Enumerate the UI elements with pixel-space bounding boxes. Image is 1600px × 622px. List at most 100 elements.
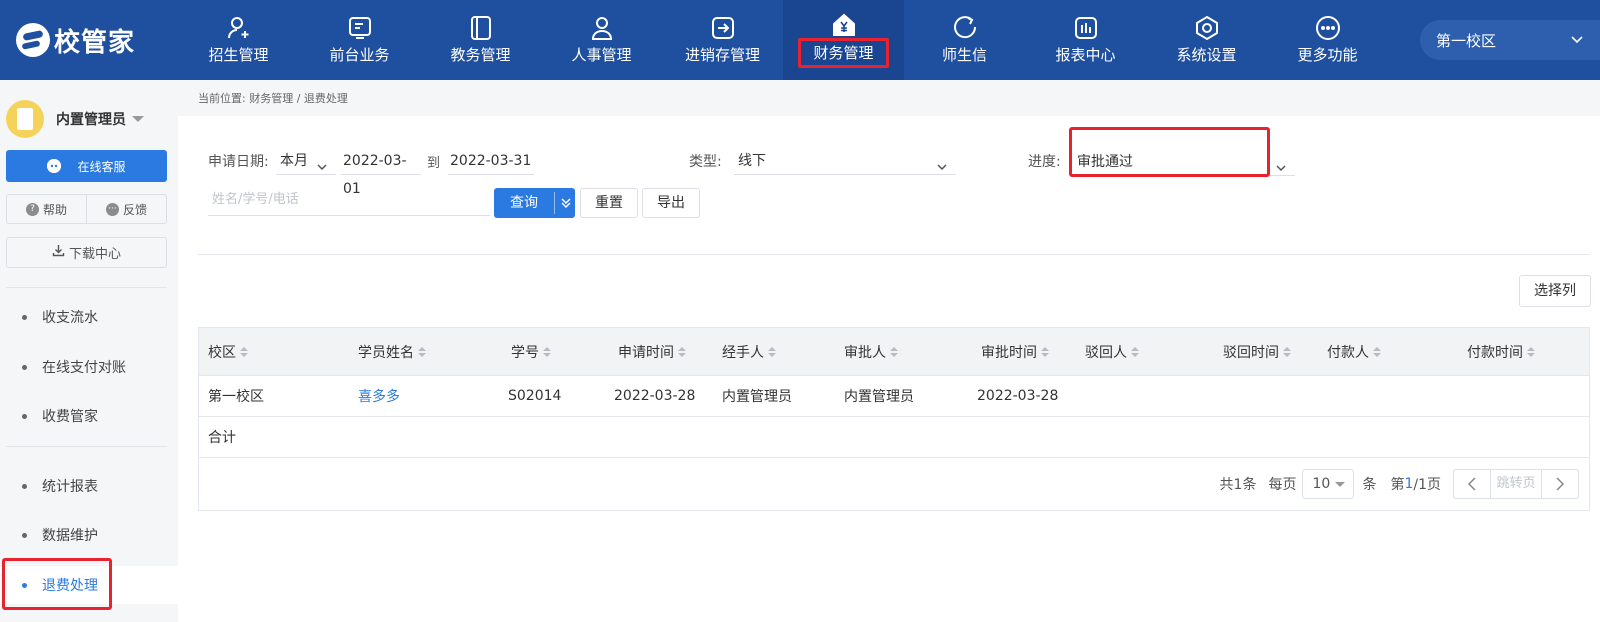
sidebar-item-data-maintenance[interactable]: 数据维护	[0, 516, 178, 554]
chat-icon	[952, 15, 978, 41]
prev-page-button[interactable]	[1454, 470, 1490, 498]
chevron-left-icon	[1467, 477, 1476, 491]
pagination-row: 共1条 每页 10 条 第 1 /1页 跳转页	[199, 458, 1589, 510]
column-header-approver[interactable]: 审批人	[844, 328, 898, 375]
date-from-input[interactable]: 2022-03-01	[341, 147, 421, 197]
select-columns-button[interactable]: 选择列	[1519, 275, 1591, 307]
current-page: 1	[1404, 476, 1414, 492]
sort-icon[interactable]	[1527, 346, 1535, 357]
sidebar: 内置管理员 在线客服 ? 帮助 ··· 反馈 下载中心 收支流水 在线支付对账	[0, 80, 178, 622]
sort-icon[interactable]	[890, 346, 898, 357]
column-header-handler[interactable]: 经手人	[722, 328, 776, 375]
user-name: 内置管理员	[56, 112, 126, 128]
type-label: 类型:	[689, 154, 722, 170]
sort-icon[interactable]	[1373, 346, 1381, 357]
nav-item-academic[interactable]: 教务管理	[420, 0, 541, 80]
jump-page-input[interactable]: 跳转页	[1490, 470, 1542, 498]
query-button[interactable]: 查询	[494, 188, 575, 218]
cell-student-name-link[interactable]: 喜多多	[358, 376, 400, 416]
export-button[interactable]: 导出	[642, 188, 700, 218]
nav-item-messages[interactable]: 师生信	[904, 0, 1025, 80]
screen-icon	[347, 15, 373, 41]
column-header-campus[interactable]: 校区	[208, 328, 248, 375]
sort-icon[interactable]	[240, 346, 248, 357]
app-logo[interactable]: 校管家	[16, 22, 135, 58]
nav-item-hr[interactable]: 人事管理	[541, 0, 662, 80]
table-row[interactable]: 第一校区 喜多多 S02014 2022-03-28 内置管理员 内置管理员 2…	[199, 376, 1589, 417]
date-to-input[interactable]: 2022-03-31	[448, 147, 534, 175]
sidebar-item-statistics[interactable]: 统计报表	[0, 467, 178, 505]
nav-item-more[interactable]: 更多功能	[1267, 0, 1388, 80]
type-select-value: 线下	[738, 153, 766, 169]
yen-house-icon	[831, 12, 857, 38]
download-center-button[interactable]: 下载中心	[6, 237, 167, 268]
nav-item-reports[interactable]: 报表中心	[1025, 0, 1146, 80]
nav-item-finance[interactable]: 财务管理	[783, 0, 904, 80]
nav-label: 进销存管理	[684, 46, 760, 64]
double-chevron-down-icon[interactable]	[556, 188, 575, 218]
column-header-payer[interactable]: 付款人	[1327, 328, 1381, 375]
search-input[interactable]: 姓名/学号/电话	[208, 186, 490, 216]
headset-icon	[47, 159, 62, 173]
user-menu[interactable]: 内置管理员	[6, 100, 144, 138]
feedback-button[interactable]: ··· 反馈	[86, 195, 166, 223]
sort-icon[interactable]	[543, 346, 551, 357]
chevron-down-icon	[316, 155, 328, 183]
nav-label: 招生管理	[208, 46, 269, 64]
nav-label: 更多功能	[1297, 46, 1358, 64]
campus-selector-value: 第一校区	[1436, 31, 1497, 50]
sidebar-item-cash-flow[interactable]: 收支流水	[0, 298, 178, 336]
column-header-student-id[interactable]: 学号	[511, 328, 551, 375]
logo-mark-icon	[16, 23, 50, 57]
column-header-approve-time[interactable]: 审批时间	[981, 328, 1049, 375]
nav-item-inventory[interactable]: 进销存管理	[662, 0, 783, 80]
table-header: 校区 学员姓名 学号 申请时间 经手人 审批人 审批时间 驳回人 驳回时间 付款…	[199, 328, 1589, 376]
sidebar-item-online-reconcile[interactable]: 在线支付对账	[0, 348, 178, 386]
column-header-rejector[interactable]: 驳回人	[1085, 328, 1139, 375]
sidebar-item-fee-manager[interactable]: 收费管家	[0, 397, 178, 435]
type-select[interactable]: 线下	[734, 147, 956, 175]
nav-item-front-desk[interactable]: 前台业务	[299, 0, 420, 80]
cell-campus: 第一校区	[208, 389, 264, 405]
column-header-reject-time[interactable]: 驳回时间	[1223, 328, 1291, 375]
nav-item-settings[interactable]: 系统设置	[1146, 0, 1267, 80]
column-header-apply-time[interactable]: 申请时间	[618, 328, 686, 375]
bullet-icon	[22, 413, 27, 419]
nav-item-enrollment[interactable]: 招生管理	[178, 0, 299, 80]
more-icon	[1315, 15, 1341, 41]
column-header-pay-time[interactable]: 付款时间	[1467, 328, 1535, 375]
breadcrumb: 当前位置: 财务管理 / 退费处理	[178, 80, 1600, 116]
page-size-select[interactable]: 10	[1302, 469, 1355, 499]
sort-icon[interactable]	[678, 346, 686, 357]
sidebar-item-label: 数据维护	[42, 528, 98, 544]
sidebar-item-label: 收支流水	[42, 310, 98, 326]
person-add-icon	[226, 15, 252, 41]
query-button-label: 查询	[510, 195, 538, 211]
chevron-right-icon	[1556, 477, 1565, 491]
apply-date-label: 申请日期:	[208, 154, 269, 170]
period-select-value: 本月	[280, 153, 308, 169]
question-icon: ?	[25, 202, 39, 216]
sort-icon[interactable]	[768, 346, 776, 357]
sort-icon[interactable]	[1283, 346, 1291, 357]
sort-icon[interactable]	[1041, 346, 1049, 357]
progress-select-value: 审批通过	[1077, 154, 1133, 170]
bullet-icon	[22, 582, 27, 588]
campus-selector[interactable]: 第一校区	[1420, 20, 1600, 60]
nav-active-highlight: 财务管理	[798, 38, 889, 68]
sort-icon[interactable]	[1131, 346, 1139, 357]
bullet-icon	[22, 314, 27, 320]
next-page-button[interactable]	[1542, 470, 1578, 498]
chevron-down-icon	[1275, 156, 1287, 184]
sort-icon[interactable]	[418, 346, 426, 357]
cell-handler: 内置管理员	[722, 389, 792, 405]
column-header-student-name[interactable]: 学员姓名	[358, 328, 426, 375]
pagination: 共1条 每页 10 条 第 1 /1页 跳转页	[1220, 469, 1579, 499]
help-button[interactable]: ? 帮助	[7, 195, 86, 223]
reset-button[interactable]: 重置	[580, 188, 638, 218]
online-service-button[interactable]: 在线客服	[6, 150, 167, 182]
sidebar-item-refund[interactable]: 退费处理	[0, 566, 178, 604]
period-select[interactable]: 本月	[276, 147, 336, 175]
download-center-label: 下载中心	[68, 247, 121, 262]
progress-select[interactable]: 审批通过	[1073, 148, 1295, 176]
